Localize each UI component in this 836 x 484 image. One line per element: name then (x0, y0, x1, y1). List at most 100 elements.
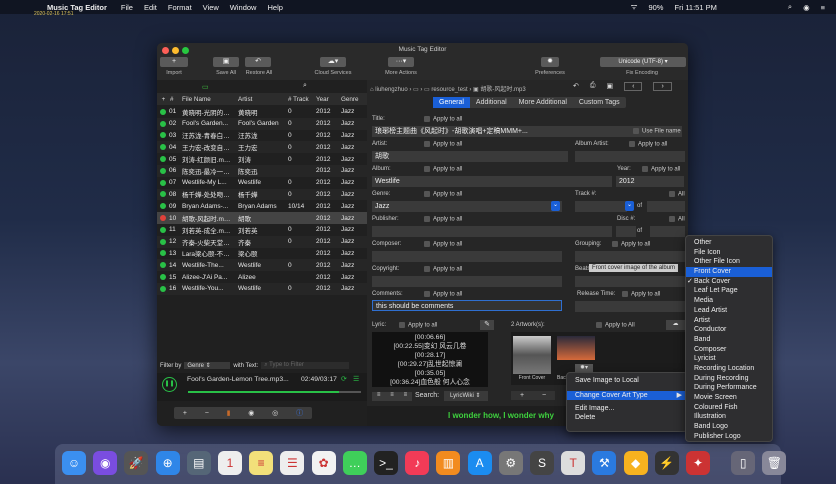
submenu-item[interactable]: During Recording (686, 374, 772, 384)
dock-textedit-icon[interactable]: T (561, 451, 586, 475)
track-all-checkbox[interactable]: All (669, 191, 685, 198)
col-genre[interactable]: Genre (341, 96, 359, 103)
table-row[interactable]: 08 杨千嬅-处处吻… 杨千嬅 0 2012 Jazz (157, 188, 367, 201)
apply-all-artwork-checkbox[interactable]: Apply to All (596, 322, 635, 329)
undo-icon[interactable]: ↶ (573, 82, 579, 91)
filter-input[interactable]: ⌕ Type to Filter (261, 362, 350, 369)
dock-finder-icon[interactable]: ☺ (62, 451, 86, 475)
table-row[interactable]: 14 Westlife-The... Westlife 0 2012 Jazz (157, 259, 367, 272)
submenu-item[interactable]: Front Cover (686, 267, 772, 277)
dock-downloads-icon[interactable]: ▯ (731, 451, 756, 475)
dock-photos-icon[interactable]: ✿ (311, 451, 336, 475)
submenu-item[interactable]: Movie Screen (686, 393, 772, 403)
align-right-icon[interactable]: ≡ (404, 392, 408, 401)
track-dropdown-button[interactable]: ⌄ (625, 201, 634, 211)
disc-all-checkbox[interactable]: All (669, 216, 685, 223)
dock-calendar-icon[interactable]: 1 (218, 451, 242, 475)
edit-lyric-button[interactable]: ✎ (480, 320, 494, 330)
apply-checkbox[interactable]: Apply to all (629, 141, 667, 148)
dock-app-store-icon[interactable]: A (467, 451, 492, 475)
search-icon[interactable]: ⌕ (303, 82, 307, 90)
table-row[interactable]: 07 Westlife-My L... Westlife 0 2012 Jazz (157, 177, 367, 189)
search-icon[interactable]: ⌕ (788, 2, 792, 12)
table-row[interactable]: 05 刘涛-红颜旧.m… 刘涛 0 2012 Jazz (157, 153, 367, 165)
add-button[interactable]: + (183, 410, 187, 417)
apply-checkbox[interactable]: Apply to all (424, 216, 462, 223)
menu-save-image[interactable]: Save Image to Local (567, 376, 687, 386)
dock-notes-icon[interactable]: ≡ (249, 451, 274, 475)
lyric-source-select[interactable]: LyricWiki ⇕ (444, 391, 488, 401)
pause-button[interactable]: ❚❚ (162, 377, 177, 392)
apply-checkbox[interactable]: Apply to all (424, 291, 462, 298)
remove-artwork-button[interactable]: − (542, 391, 546, 400)
apply-checkbox[interactable]: Apply to all (424, 241, 462, 248)
submenu-item[interactable]: Illustration (686, 412, 772, 422)
control-center-icon[interactable]: ≡ (821, 3, 825, 12)
tab-additional[interactable]: Additional (470, 97, 513, 108)
beats-field[interactable] (575, 276, 685, 287)
year-field[interactable]: 2012 (616, 176, 684, 187)
dock-launchpad-icon[interactable]: 🚀 (124, 451, 149, 475)
table-row[interactable]: 16 Westlife-You... Westlife 0 2012 Jazz (157, 283, 367, 295)
import-button[interactable]: + (160, 57, 188, 67)
submenu-item[interactable]: Coloured Fish (686, 403, 772, 413)
add-artwork-button[interactable]: + (520, 391, 524, 400)
track-total-field[interactable] (647, 201, 685, 212)
submenu-item[interactable]: File Icon (686, 248, 772, 258)
dock-siri-icon[interactable]: ◉ (93, 451, 118, 475)
apply-checkbox[interactable]: Apply to all (642, 166, 680, 173)
menu-delete[interactable]: Delete (567, 413, 687, 422)
tab-custom-tags[interactable]: Custom Tags (573, 97, 626, 108)
apply-checkbox[interactable]: Apply to all (612, 241, 650, 248)
export-icon[interactable]: ⎙ (590, 82, 596, 91)
dock-preview-icon[interactable]: ▤ (186, 451, 211, 475)
menu-window[interactable]: Window (230, 3, 257, 12)
trash-icon[interactable]: ▮ (227, 409, 231, 417)
table-row[interactable]: 06 陈奕迅-最冷一… 陈奕迅 2012 Jazz (157, 165, 367, 177)
artist-field[interactable]: 胡歌 (372, 151, 568, 162)
table-row[interactable]: 15 Alizee-J'Ai Pa... Alizee 2012 Jazz (157, 271, 367, 283)
apply-checkbox[interactable]: Apply to all (424, 191, 462, 198)
dock-reminders-icon[interactable]: ☰ (280, 451, 305, 475)
apply-checkbox[interactable]: Apply to all (424, 141, 462, 148)
repeat-icon[interactable]: ⟳ (341, 375, 347, 383)
disc-total-field[interactable] (650, 226, 685, 237)
table-row[interactable]: 10 胡歌-风起时.m… 胡歌 2012 Jazz (157, 212, 367, 224)
align-center-icon[interactable]: ≡ (390, 392, 394, 401)
apply-checkbox[interactable]: Apply to all (424, 166, 462, 173)
eye-icon[interactable]: ◎ (272, 409, 278, 417)
add-icon[interactable]: + (157, 96, 170, 103)
filter-select[interactable]: Genre ⇕ (184, 362, 231, 369)
menu-view[interactable]: View (203, 3, 219, 12)
submenu-item[interactable]: Leaf Let Page (686, 286, 772, 296)
disc-field[interactable] (616, 226, 636, 237)
menu-edit[interactable]: Edit (144, 3, 157, 12)
folder-icon[interactable]: ▭ (202, 83, 209, 91)
submenu-item[interactable]: Recording Location (686, 364, 772, 374)
dock-music-icon[interactable]: ♪ (405, 451, 430, 475)
composer-field[interactable] (372, 251, 562, 262)
dock-app2-icon[interactable]: ✦ (686, 451, 710, 475)
copyright-field[interactable] (372, 276, 562, 287)
dock-trash-icon[interactable]: 🗑 (762, 451, 787, 475)
menu-edit-image[interactable]: Edit Image... (567, 405, 687, 413)
apply-checkbox[interactable]: Apply to all (399, 322, 437, 329)
submenu-item[interactable]: Media (686, 296, 772, 306)
breadcrumb-item[interactable]: 胡歌-风起时.mp3 (480, 87, 525, 93)
submenu-item[interactable]: Publisher Logo (686, 432, 772, 442)
dock-terminal-icon[interactable]: >_ (374, 451, 398, 475)
genre-dropdown-button[interactable]: ⌄ (551, 201, 560, 211)
dock-system-preferences-icon[interactable]: ⚙ (498, 451, 523, 475)
remove-button[interactable]: − (205, 410, 209, 417)
clock[interactable]: Fri 11:51 PM (674, 3, 716, 12)
release-time-field[interactable] (575, 301, 685, 312)
siri-icon[interactable]: ◉ (803, 3, 810, 12)
dock-messages-icon[interactable]: … (342, 451, 367, 475)
submenu-item[interactable]: Lyricist (686, 354, 772, 364)
genre-field[interactable]: Jazz (372, 201, 562, 212)
comments-field[interactable]: this should be comments (372, 300, 562, 311)
submenu-item[interactable]: Lead Artist (686, 306, 772, 316)
save-all-button[interactable]: ▣ (213, 57, 239, 67)
back-cover-image[interactable] (557, 336, 595, 360)
preferences-button[interactable]: ✹ (541, 57, 559, 67)
